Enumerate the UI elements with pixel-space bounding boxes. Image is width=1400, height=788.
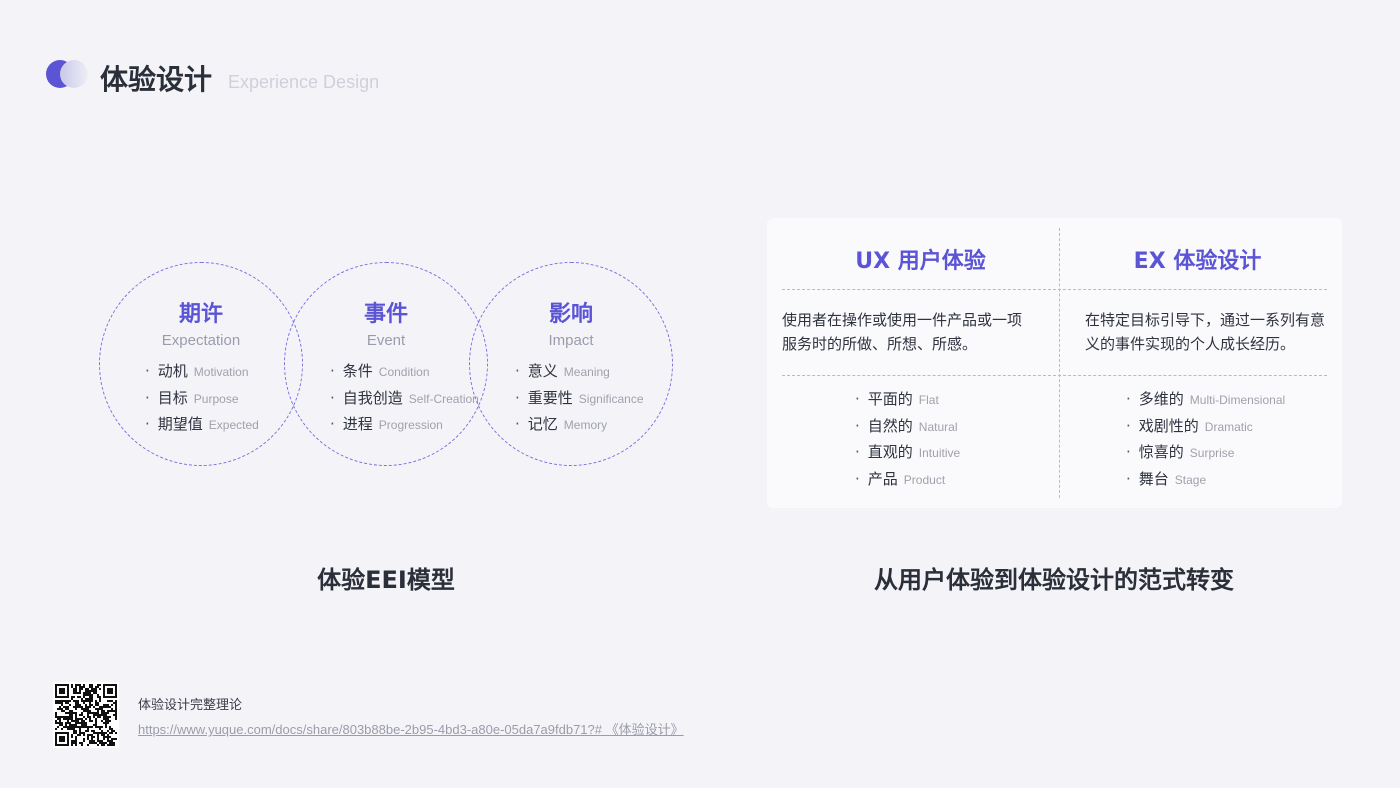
item-en: Condition bbox=[378, 365, 430, 379]
item-en: Flat bbox=[918, 393, 939, 407]
list-item: · 动机 Motivation bbox=[145, 359, 259, 386]
list-item: · 戏剧性的 Dramatic bbox=[1126, 414, 1285, 441]
item-en: Product bbox=[903, 472, 946, 487]
item-zh: 平面的 bbox=[867, 390, 913, 408]
circle-list: · 动机 Motivation · 目标 Purpose · 期望值 Expected bbox=[145, 359, 259, 439]
bullet: · bbox=[515, 362, 520, 380]
circle-content: 影响 Impact bbox=[469, 296, 673, 349]
item-zh: 条件 bbox=[342, 362, 373, 380]
item-zh: 自然的 bbox=[867, 416, 913, 435]
list-item: · 平面的 Flat bbox=[855, 387, 960, 414]
item-en: Meaning bbox=[563, 365, 610, 379]
compare-caption: 从用户体验到体验设计的范式转变 bbox=[874, 566, 1234, 594]
bullet: · bbox=[330, 388, 335, 407]
bullet: · bbox=[1126, 469, 1131, 488]
item-en: Dramatic bbox=[1204, 419, 1253, 434]
circle-title: 期许 bbox=[178, 302, 223, 327]
qr-code bbox=[53, 682, 119, 748]
item-zh: 多维的 bbox=[1138, 390, 1184, 408]
item-en: Self-Creation bbox=[408, 391, 479, 406]
bullet: · bbox=[1126, 390, 1131, 408]
bullet: · bbox=[145, 415, 150, 433]
list-item: · 条件 Condition bbox=[330, 359, 479, 386]
list-item: · 舞台 Stage bbox=[1126, 467, 1285, 494]
list-item: · 直观的 Intuitive bbox=[855, 440, 960, 467]
logo-icon bbox=[46, 60, 90, 88]
list-item: · 期望值 Expected bbox=[145, 412, 259, 439]
item-en: Expected bbox=[208, 418, 259, 432]
doc-link[interactable]: https://www.yuque.com/docs/share/803b88b… bbox=[138, 719, 684, 738]
circle-subtitle: Event bbox=[366, 332, 406, 349]
circle-title: 影响 bbox=[548, 302, 593, 327]
list-item: · 记忆 Memory bbox=[515, 412, 644, 439]
column-list: · 多维的 Multi-Dimensional · 戏剧性的 Dramatic · 惊喜的 Su… bbox=[1126, 387, 1285, 493]
item-zh: 产品 bbox=[867, 469, 898, 488]
page-title: 体验设计 bbox=[100, 63, 213, 96]
item-en: Stage bbox=[1174, 472, 1207, 487]
circle-title: 事件 bbox=[363, 302, 408, 327]
item-en: Surprise bbox=[1189, 446, 1235, 460]
column-list: · 平面的 Flat · 自然的 Natural · 直观的 Intuitive · 产品 Produ… bbox=[855, 387, 960, 493]
item-en: Significance bbox=[578, 391, 644, 406]
circle-subtitle: Expectation bbox=[161, 332, 241, 349]
page-subtitle: Experience Design bbox=[228, 72, 380, 92]
qr-title: 体验设计完整理论 bbox=[138, 698, 243, 713]
circle-subtitle: Impact bbox=[548, 332, 594, 349]
list-item: · 目标 Purpose bbox=[145, 386, 259, 413]
item-en: Intuitive bbox=[918, 446, 961, 460]
item-zh: 记忆 bbox=[527, 415, 558, 433]
item-en: Multi-Dimensional bbox=[1189, 393, 1286, 407]
item-zh: 进程 bbox=[342, 415, 373, 433]
item-zh: 舞台 bbox=[1138, 469, 1169, 488]
item-en: Natural bbox=[918, 419, 958, 434]
list-item: · 自然的 Natural bbox=[855, 414, 960, 441]
bullet: · bbox=[1126, 443, 1131, 461]
item-zh: 直观的 bbox=[867, 443, 913, 461]
bullet: · bbox=[145, 362, 150, 380]
bullet: · bbox=[855, 469, 860, 488]
bullet: · bbox=[855, 443, 860, 461]
bullet: · bbox=[1126, 416, 1131, 435]
item-en: Motivation bbox=[193, 365, 249, 379]
eei-caption: 体验EEI模型 bbox=[317, 566, 455, 594]
item-zh: 戏剧性的 bbox=[1138, 416, 1199, 435]
item-zh: 意义 bbox=[527, 362, 558, 380]
circle-list: · 条件 Condition · 自我创造 Self-Creation · 进程 Progres… bbox=[330, 359, 479, 439]
bullet: · bbox=[515, 388, 520, 407]
list-item: · 多维的 Multi-Dimensional bbox=[1126, 387, 1285, 414]
list-item: · 意义 Meaning bbox=[515, 359, 644, 386]
item-zh: 重要性 bbox=[527, 388, 573, 407]
list-item: · 产品 Product bbox=[855, 467, 960, 494]
column-title: EX 体验设计 bbox=[1133, 249, 1262, 274]
divider bbox=[782, 289, 1327, 290]
list-item: · 进程 Progression bbox=[330, 412, 479, 439]
circle-content: 事件 Event bbox=[284, 296, 488, 349]
item-zh: 自我创造 bbox=[342, 388, 403, 407]
item-zh: 动机 bbox=[157, 362, 188, 380]
bullet: · bbox=[330, 362, 335, 380]
list-item: · 自我创造 Self-Creation bbox=[330, 386, 479, 413]
divider bbox=[782, 375, 1327, 376]
column-title: UX 用户体验 bbox=[855, 249, 986, 274]
bullet: · bbox=[855, 416, 860, 435]
circle-content: 期许 Expectation bbox=[99, 296, 303, 349]
column-desc: 使用者在操作或使用一件产品或一项服务时的所做、所想、所感。 bbox=[782, 311, 1023, 353]
item-zh: 惊喜的 bbox=[1138, 443, 1184, 461]
bullet: · bbox=[145, 388, 150, 407]
item-en: Memory bbox=[563, 418, 608, 432]
list-item: · 惊喜的 Surprise bbox=[1126, 440, 1285, 467]
circle-list: · 意义 Meaning · 重要性 Significance · 记忆 Memory bbox=[515, 359, 644, 439]
list-item: · 重要性 Significance bbox=[515, 386, 644, 413]
item-en: Purpose bbox=[193, 391, 239, 406]
bullet: · bbox=[330, 415, 335, 433]
item-zh: 期望值 bbox=[157, 415, 203, 433]
item-zh: 目标 bbox=[157, 388, 188, 407]
bullet: · bbox=[515, 415, 520, 433]
column-desc: 在特定目标引导下，通过一系列有意义的事件实现的个人成长经历。 bbox=[1085, 311, 1326, 353]
item-en: Progression bbox=[378, 418, 443, 432]
bullet: · bbox=[855, 390, 860, 408]
